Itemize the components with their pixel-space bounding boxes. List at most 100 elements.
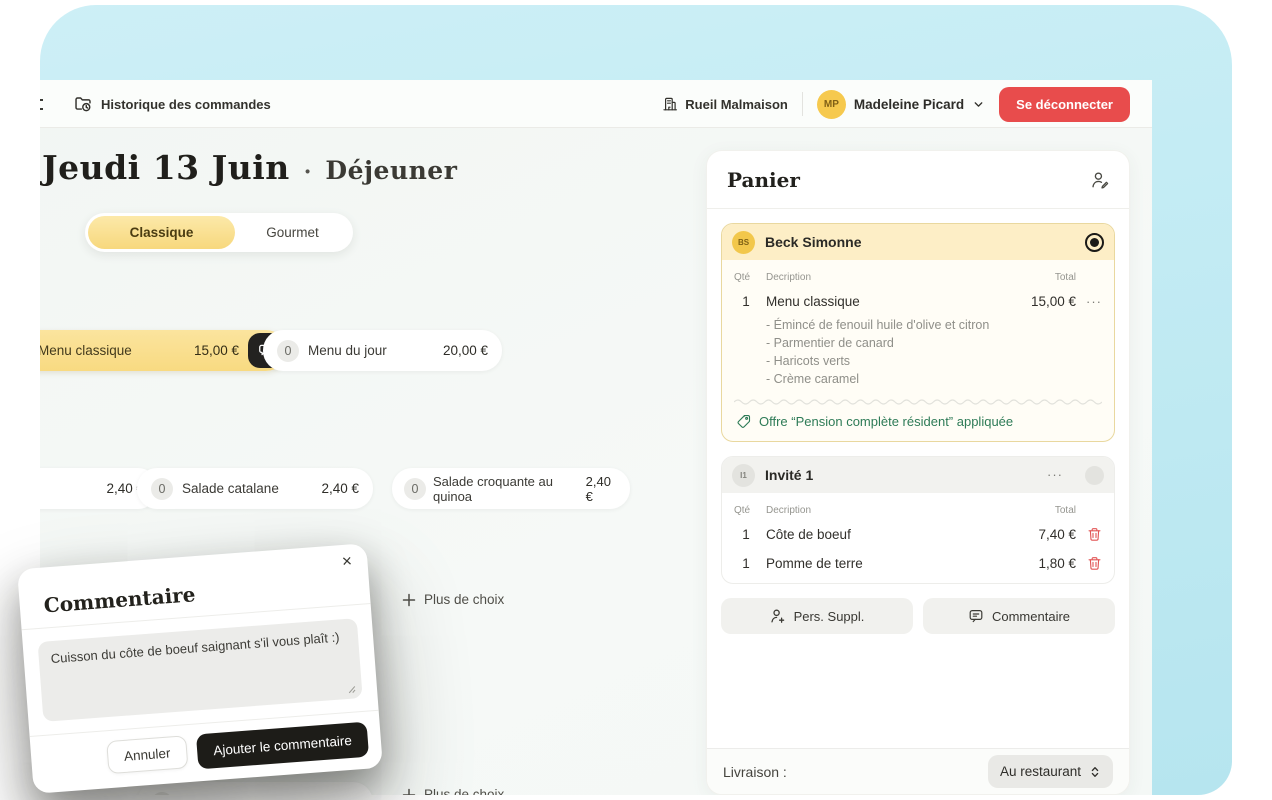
more-choices-link[interactable]: Plus de choix bbox=[402, 592, 504, 607]
quantity-badge: 0 bbox=[151, 478, 173, 500]
cart-footer: Livraison : Au restaurant bbox=[707, 748, 1129, 794]
cart-comment-button[interactable]: Commentaire bbox=[923, 598, 1115, 634]
logout-button[interactable]: Se déconnecter bbox=[999, 87, 1130, 122]
col-qty: Qté bbox=[734, 272, 758, 283]
comment-textarea[interactable]: Cuisson du côte de boeuf saignant s'il v… bbox=[38, 618, 363, 722]
page-title: Jeudi 13 Juin · Déjeuner bbox=[42, 148, 457, 187]
item-total: 15,00 € bbox=[1031, 294, 1076, 309]
topbar: Historique des commandes Rueil Malm bbox=[40, 80, 1152, 128]
item-details: - Émincé de fenouil huile d'olive et cit… bbox=[766, 316, 1102, 388]
tab-classique[interactable]: Classique bbox=[88, 216, 235, 249]
item-menu-icon[interactable]: ··· bbox=[1086, 297, 1102, 307]
resize-grip-icon[interactable] bbox=[348, 685, 357, 694]
menu-item-price: 15,00 € bbox=[194, 343, 239, 358]
item-name: Pomme de terre bbox=[766, 556, 1038, 571]
cart-actions: Pers. Suppl. Commentaire bbox=[721, 598, 1115, 634]
title-separator: · bbox=[304, 159, 312, 185]
edit-person-icon[interactable] bbox=[1091, 171, 1109, 189]
starter-name: Salade catalane bbox=[182, 481, 279, 496]
comment-modal: ✕ Commentaire Cuisson du côte de boeuf s… bbox=[17, 543, 383, 794]
starter-item-quinoa[interactable]: 0 Salade croquante au quinoa 2,40 € bbox=[392, 468, 630, 509]
cancel-button[interactable]: Annuler bbox=[106, 735, 189, 774]
member-radio-unselected[interactable] bbox=[1085, 466, 1104, 485]
col-total: Total bbox=[1055, 272, 1076, 283]
comment-icon bbox=[968, 608, 984, 624]
chevron-down-icon bbox=[972, 98, 985, 111]
user-menu[interactable]: MP Madeleine Picard bbox=[817, 90, 985, 119]
add-person-label: Pers. Suppl. bbox=[794, 609, 865, 624]
detail-line: - Parmentier de canard bbox=[766, 334, 1102, 352]
col-desc: Decription bbox=[766, 505, 1055, 516]
plus-icon bbox=[402, 593, 416, 607]
cart-columns: Qté Decription Total bbox=[734, 501, 1102, 516]
item-total: 7,40 € bbox=[1038, 527, 1076, 542]
close-icon[interactable]: ✕ bbox=[341, 553, 353, 570]
detail-line: - Haricots verts bbox=[766, 352, 1102, 370]
member-radio-selected[interactable] bbox=[1085, 233, 1104, 252]
more-choices-link[interactable]: Plus de choix bbox=[402, 787, 504, 795]
member-body: Qté Decription Total 1 Côte de boeuf 7,4… bbox=[722, 493, 1114, 583]
comment-modal-title: Commentaire bbox=[43, 571, 346, 618]
order-history-link[interactable]: Historique des commandes bbox=[74, 80, 271, 128]
member-name: Beck Simonne bbox=[765, 234, 861, 250]
member-header[interactable]: I1 Invité 1 ··· bbox=[722, 457, 1114, 493]
member-menu-icon[interactable]: ··· bbox=[1047, 470, 1063, 480]
delivery-label: Livraison : bbox=[723, 764, 787, 780]
plus-icon bbox=[402, 788, 416, 796]
quantity-badge: 0 bbox=[277, 340, 299, 362]
location-label: Rueil Malmaison bbox=[685, 97, 788, 112]
detail-line: - Émincé de fenouil huile d'olive et cit… bbox=[766, 316, 1102, 334]
item-total: 1,80 € bbox=[1038, 556, 1076, 571]
menu-item-name: Menu du jour bbox=[308, 343, 387, 358]
comment-text: Cuisson du côte de boeuf saignant s'il v… bbox=[50, 629, 340, 666]
add-person-button[interactable]: Pers. Suppl. bbox=[721, 598, 913, 634]
menu-item-classique[interactable]: Menu classique 15,00 € 1 bbox=[40, 330, 286, 371]
delivery-select[interactable]: Au restaurant bbox=[988, 755, 1113, 788]
quantity-badge: 0 bbox=[404, 478, 426, 500]
col-qty: Qté bbox=[734, 505, 758, 516]
starter-price: 2,40 € bbox=[586, 474, 618, 504]
quantity-badge: 0 bbox=[151, 792, 173, 796]
item-qty: 1 bbox=[734, 556, 758, 571]
starter-name: Salade croquante au quinoa bbox=[433, 474, 579, 504]
trash-icon[interactable] bbox=[1087, 527, 1102, 542]
cart-columns: Qté Decription Total bbox=[734, 268, 1102, 283]
trash-icon[interactable] bbox=[1087, 556, 1102, 571]
topbar-divider bbox=[802, 92, 803, 116]
avatar: MP bbox=[817, 90, 846, 119]
tab-gourmet[interactable]: Gourmet bbox=[235, 216, 350, 249]
item-name: Menu classique bbox=[766, 294, 1031, 309]
clipped-menu-icon bbox=[40, 99, 43, 110]
col-desc: Decription bbox=[766, 272, 1055, 283]
user-name: Madeleine Picard bbox=[854, 97, 964, 112]
cart-panel: Panier BS Beck Simonne bbox=[706, 150, 1130, 795]
member-name: Invité 1 bbox=[765, 467, 813, 483]
meal-title: Déjeuner bbox=[325, 156, 457, 185]
menu-item-du-jour[interactable]: 0 Menu du jour 20,00 € bbox=[263, 330, 502, 371]
location-selector[interactable]: Rueil Malmaison bbox=[662, 96, 788, 112]
more-choices-label: Plus de choix bbox=[424, 592, 504, 607]
cart-member-beck: BS Beck Simonne Qté Decription Total bbox=[721, 223, 1115, 442]
col-total: Total bbox=[1055, 505, 1076, 516]
tag-icon bbox=[736, 414, 751, 429]
menu-type-tabs: Classique Gourmet bbox=[85, 213, 353, 252]
starter-item-catalane[interactable]: 0 Salade catalane 2,40 € bbox=[137, 468, 373, 509]
menu-item-price: 20,00 € bbox=[443, 343, 488, 358]
item-qty: 1 bbox=[734, 527, 758, 542]
cart-item-row: 1 Pomme de terre 1,80 € bbox=[734, 556, 1102, 571]
cart-body: BS Beck Simonne Qté Decription Total bbox=[707, 209, 1129, 648]
person-plus-icon bbox=[770, 608, 786, 624]
offer-row: Offre “Pension complète résident” appliq… bbox=[734, 414, 1102, 429]
member-header[interactable]: BS Beck Simonne bbox=[722, 224, 1114, 260]
chevron-updown-icon bbox=[1089, 765, 1101, 779]
offer-label: Offre “Pension complète résident” appliq… bbox=[759, 414, 1013, 429]
delivery-value: Au restaurant bbox=[1000, 764, 1081, 779]
dessert-item-tarte[interactable]: 0 Tarte aux pommes 3,60 € bbox=[137, 782, 373, 795]
member-avatar: I1 bbox=[732, 464, 755, 487]
item-qty: 1 bbox=[734, 294, 758, 309]
add-comment-button[interactable]: Ajouter le commentaire bbox=[196, 722, 369, 770]
order-history-label: Historique des commandes bbox=[101, 97, 271, 112]
cart-title: Panier bbox=[727, 168, 800, 192]
topbar-right: Rueil Malmaison MP Madeleine Picard Se d… bbox=[662, 86, 1130, 122]
date-title: Jeudi 13 Juin bbox=[42, 148, 290, 187]
